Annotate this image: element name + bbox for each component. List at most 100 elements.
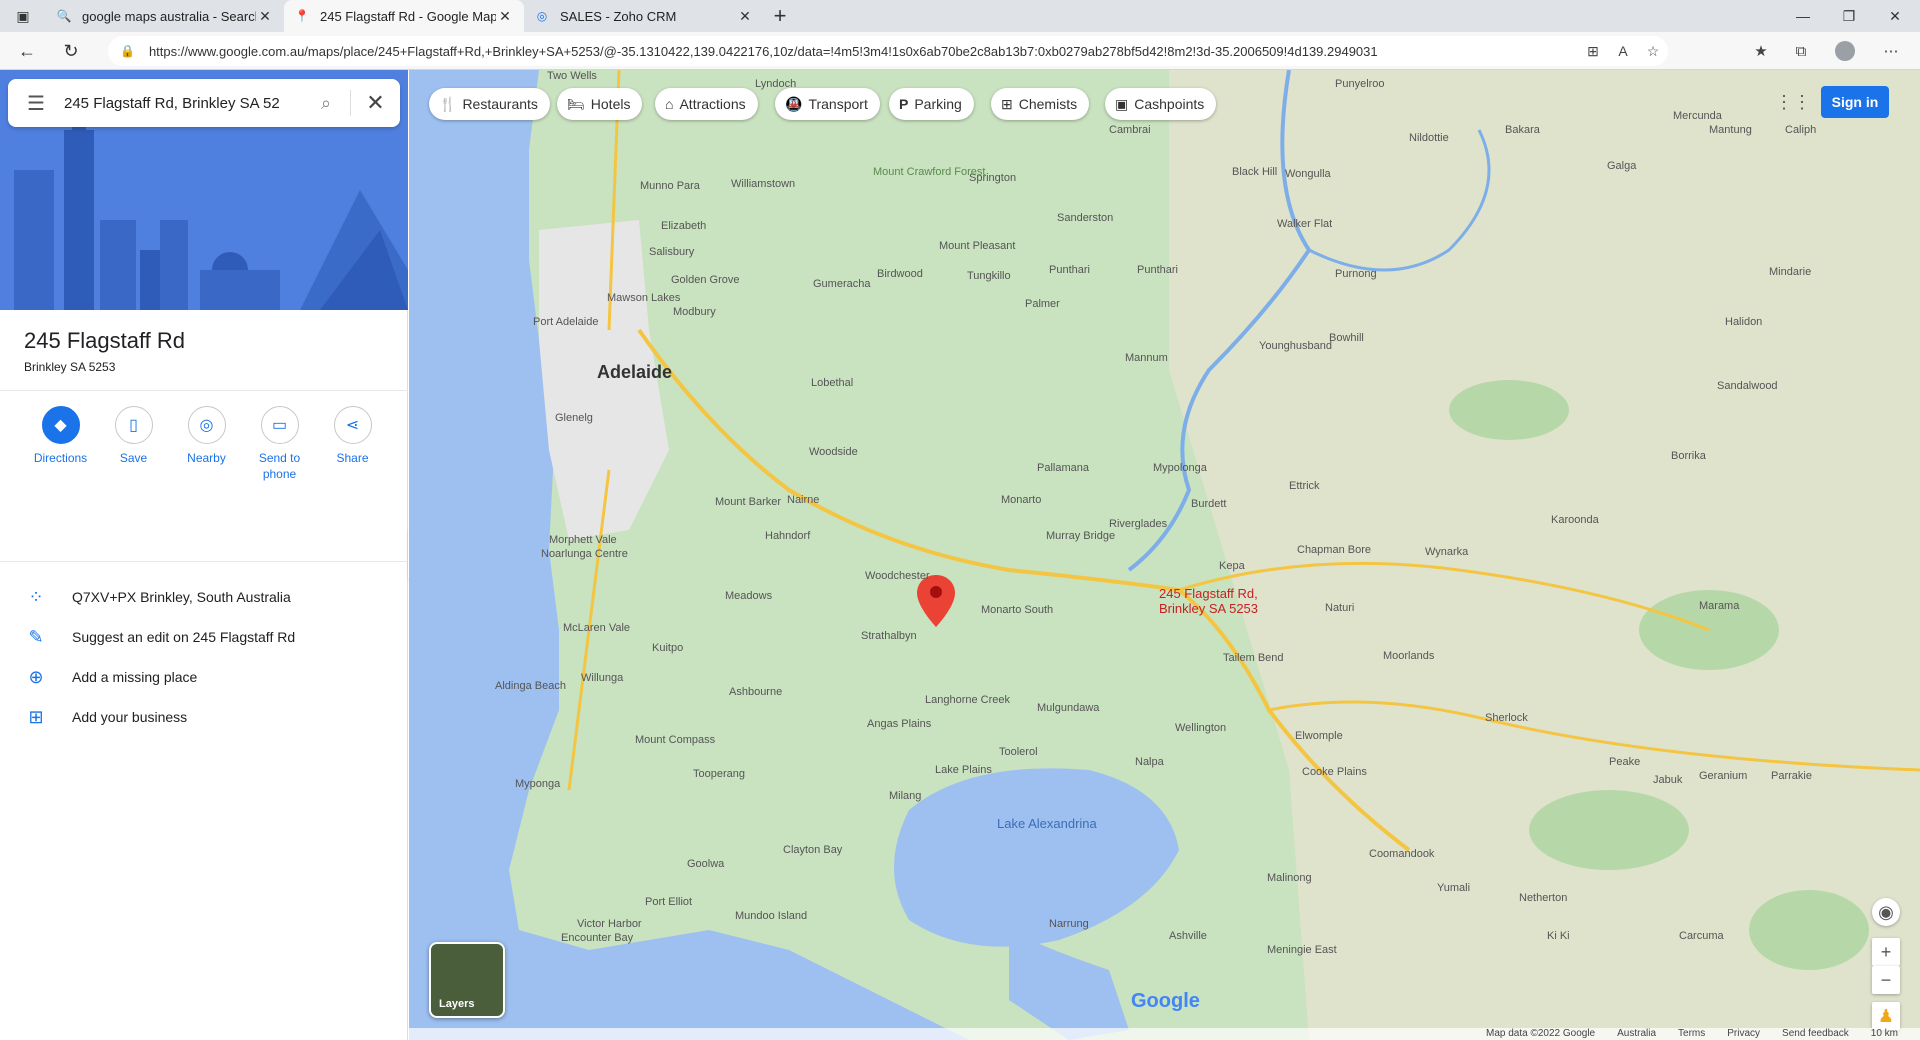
- place-panel: ☰ 245 Flagstaff Rd, Brinkley SA 52 ⌕ ✕ 2…: [0, 70, 408, 1040]
- map-label: Purnong: [1335, 268, 1377, 280]
- pin-label-line: Brinkley SA 5253: [1159, 601, 1259, 616]
- map-label: Geranium: [1699, 770, 1748, 782]
- location-pin[interactable]: [917, 575, 955, 627]
- map-label: Tungkillo: [967, 270, 1011, 282]
- map-label: Langhorne Creek: [925, 694, 1011, 706]
- more-menu-icon[interactable]: ⋯: [1876, 36, 1906, 66]
- map-label: Sherlock: [1485, 712, 1528, 724]
- chip-hotels[interactable]: 🛏 Hotels: [557, 88, 643, 120]
- map-label: Glenelg: [555, 412, 593, 424]
- window-close-icon[interactable]: ✕: [1872, 0, 1918, 32]
- map-label: Tailem Bend: [1223, 652, 1284, 664]
- clear-search-icon[interactable]: ✕: [350, 90, 400, 116]
- map-label: Mantung: [1709, 124, 1752, 136]
- tab-zoho[interactable]: ◎ SALES - Zoho CRM ✕: [524, 0, 764, 32]
- hamburger-menu-icon[interactable]: ☰: [8, 91, 64, 116]
- map-label: Port Adelaide: [533, 316, 599, 328]
- browser-toolbar: ← ↻ 🔒 https://www.google.com.au/maps/pla…: [0, 32, 1920, 70]
- map-label: Malinong: [1267, 872, 1312, 884]
- search-icon: 🔍: [56, 9, 72, 23]
- favorite-star-icon[interactable]: ☆: [1638, 43, 1668, 60]
- send-to-phone-button[interactable]: ▭ Send to phone: [243, 406, 316, 482]
- close-icon[interactable]: ✕: [256, 8, 274, 25]
- terms-link[interactable]: Terms: [1678, 1028, 1705, 1040]
- map-canvas[interactable]: 🍴 Restaurants 🛏 Hotels ⌂ Attractions 🚇 Trans…: [409, 70, 1920, 1040]
- map-label: Pallamana: [1037, 462, 1089, 474]
- add-business-icon: ⊞: [28, 706, 44, 727]
- chip-transport[interactable]: 🚇 Transport: [775, 88, 880, 120]
- nearby-button[interactable]: ◎ Nearby: [170, 406, 243, 482]
- place-actions: ◆ Directions ▯ Save ◎ Nearby ▭ Send to p…: [24, 406, 389, 482]
- map-label: Two Wells: [547, 70, 597, 82]
- my-location-icon[interactable]: ◉: [1872, 898, 1900, 926]
- chip-parking[interactable]: P Parking: [889, 88, 974, 120]
- minimize-icon[interactable]: —: [1780, 0, 1826, 32]
- zoom-out-button[interactable]: −: [1872, 966, 1900, 994]
- map-label: Peake: [1609, 756, 1641, 768]
- add-missing-place-row[interactable]: ⊕ Add a missing place: [0, 657, 408, 697]
- tab-google-maps[interactable]: 📍 245 Flagstaff Rd - Google Maps ✕: [284, 0, 524, 32]
- maps-pin-icon: 📍: [294, 9, 310, 23]
- map-label: Morphett Vale: [549, 534, 617, 546]
- profile-avatar-icon[interactable]: [1830, 36, 1860, 66]
- address-bar[interactable]: 🔒 https://www.google.com.au/maps/place/2…: [108, 36, 1668, 66]
- map-label: Sanderston: [1057, 212, 1114, 224]
- map-label: Monarto South: [981, 604, 1054, 616]
- add-business-row[interactable]: ⊞ Add your business: [0, 697, 408, 737]
- map-label: Willunga: [581, 672, 624, 684]
- search-icon[interactable]: ⌕: [302, 93, 350, 114]
- layers-button[interactable]: Layers: [429, 942, 505, 1018]
- sign-in-button[interactable]: Sign in: [1821, 86, 1889, 118]
- plus-code-row[interactable]: ⁘ Q7XV+PX Brinkley, South Australia: [0, 577, 408, 617]
- google-apps-icon[interactable]: ⋮⋮: [1775, 88, 1811, 116]
- zoom-in-button[interactable]: +: [1872, 938, 1900, 966]
- tab-search[interactable]: 🔍 google maps australia - Search ✕: [46, 0, 284, 32]
- map-label: Wynarka: [1425, 546, 1469, 558]
- phone-icon: ▭: [260, 406, 299, 444]
- map-label: Netherton: [1519, 892, 1568, 904]
- search-box[interactable]: ☰ 245 Flagstaff Rd, Brinkley SA 52 ⌕ ✕: [8, 79, 400, 127]
- pin-address-label[interactable]: 245 Flagstaff Rd, Brinkley SA 5253: [1159, 586, 1258, 616]
- read-aloud-icon[interactable]: A: [1608, 43, 1638, 59]
- street-view-pegman-icon[interactable]: ♟: [1872, 1002, 1900, 1030]
- tab-actions-icon[interactable]: ▣: [0, 0, 46, 32]
- google-logo: Google: [1131, 990, 1200, 1012]
- reload-button[interactable]: ↻: [56, 36, 86, 66]
- restaurant-icon: 🍴: [439, 95, 457, 112]
- save-button[interactable]: ▯ Save: [97, 406, 170, 482]
- map-label: Burdett: [1191, 498, 1227, 510]
- map-label: Bakara: [1505, 124, 1540, 136]
- map-label: Clayton Bay: [783, 844, 843, 856]
- map-label: Coomandook: [1369, 848, 1435, 860]
- region-link[interactable]: Australia: [1617, 1028, 1656, 1040]
- scale-label[interactable]: 10 km: [1871, 1028, 1898, 1040]
- chip-chemists[interactable]: ⊞ Chemists: [991, 88, 1090, 120]
- nearby-icon: ◎: [187, 406, 226, 444]
- place-title: 245 Flagstaff Rd: [24, 328, 186, 353]
- close-icon[interactable]: ✕: [496, 8, 514, 25]
- collections-icon[interactable]: ⧉: [1786, 36, 1816, 66]
- layers-label: Layers: [439, 998, 475, 1010]
- privacy-link[interactable]: Privacy: [1727, 1028, 1760, 1040]
- search-input[interactable]: 245 Flagstaff Rd, Brinkley SA 52: [64, 95, 302, 112]
- back-button[interactable]: ←: [12, 36, 42, 66]
- tab-title: SALES - Zoho CRM: [560, 8, 677, 24]
- close-icon[interactable]: ✕: [736, 8, 754, 25]
- chemist-icon: ⊞: [1001, 95, 1013, 112]
- restore-icon[interactable]: ❐: [1826, 0, 1872, 32]
- new-tab-button[interactable]: +: [764, 0, 796, 32]
- suggest-edit-row[interactable]: ✎ Suggest an edit on 245 Flagstaff Rd: [0, 617, 408, 657]
- favorites-icon[interactable]: ★: [1746, 36, 1776, 66]
- map-label: Kepa: [1219, 560, 1245, 572]
- app-available-icon[interactable]: ⊞: [1578, 43, 1608, 60]
- map-label: McLaren Vale: [563, 622, 631, 634]
- share-button[interactable]: ⋖ Share: [316, 406, 389, 482]
- map-terrain: [409, 70, 1920, 1040]
- chip-restaurants[interactable]: 🍴 Restaurants: [429, 88, 550, 120]
- send-feedback-link[interactable]: Send feedback: [1782, 1028, 1849, 1040]
- chip-cashpoints[interactable]: ▣ Cashpoints: [1105, 88, 1217, 120]
- directions-button[interactable]: ◆ Directions: [24, 406, 97, 482]
- lock-icon: 🔒: [120, 44, 135, 58]
- chip-attractions[interactable]: ⌂ Attractions: [655, 88, 758, 120]
- map-label: Ashville: [1169, 930, 1207, 942]
